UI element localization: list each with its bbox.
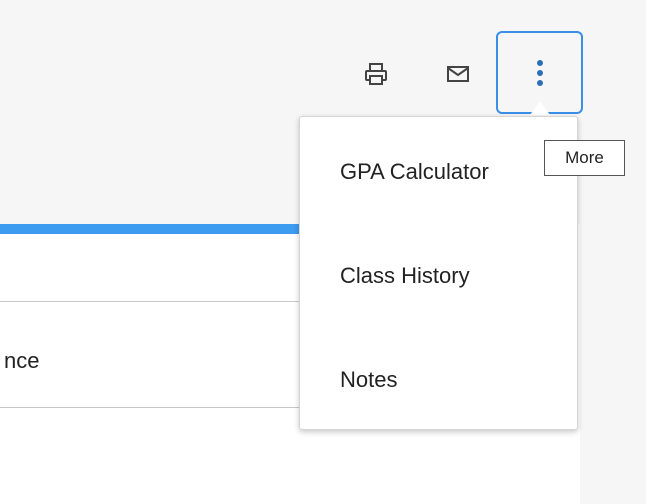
menu-item-class-history[interactable]: Class History: [300, 251, 577, 301]
vertical-ellipsis-icon: [536, 59, 543, 86]
envelope-icon: [447, 66, 469, 82]
row-divider: [0, 301, 300, 302]
print-button[interactable]: [356, 52, 396, 96]
more-tooltip: More: [544, 140, 625, 176]
table-cell-text: nce: [4, 348, 40, 373]
panel-header-bar: [0, 224, 300, 234]
row-divider: [0, 407, 300, 408]
printer-icon: [365, 63, 387, 85]
menu-item-gpa-calculator[interactable]: GPA Calculator: [300, 147, 577, 197]
menu-item-notes[interactable]: Notes: [300, 355, 577, 405]
menu-caret: [530, 101, 550, 115]
more-options-menu: GPA Calculator Class History Notes: [299, 116, 578, 430]
email-button[interactable]: [438, 52, 478, 96]
page-gutter: [580, 224, 646, 496]
